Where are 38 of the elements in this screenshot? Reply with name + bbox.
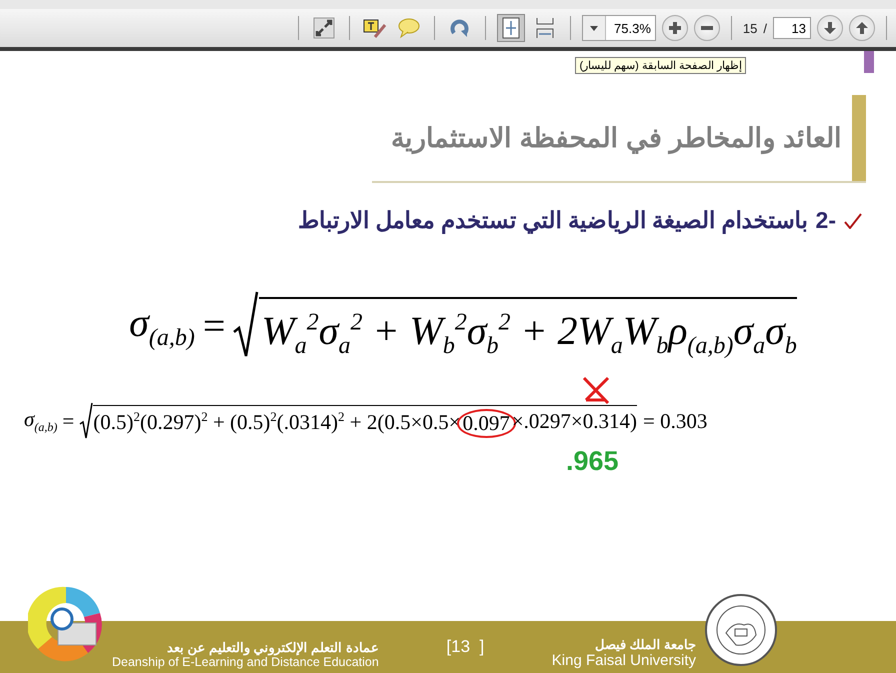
speech-bubble-icon xyxy=(397,17,422,39)
formula-lhs: σ$_{(a,b)}$ xyxy=(129,298,195,352)
caret-icon xyxy=(590,26,598,30)
expand-arrows-icon xyxy=(313,17,336,39)
up-arrow-icon xyxy=(855,21,869,35)
cross-mark-icon xyxy=(581,376,612,404)
equals-sign: = xyxy=(202,302,226,348)
formula-result: = 0.303 xyxy=(643,408,708,434)
checkmark-icon xyxy=(844,212,862,228)
next-page-button[interactable] xyxy=(817,15,843,41)
fit-page-button[interactable] xyxy=(497,14,526,42)
page-number-field[interactable]: 13 xyxy=(773,17,811,39)
bullet-text: باستخدام الصيغة الرياضية التي تستخدم معامل الارتباط xyxy=(298,207,808,234)
down-arrow-icon xyxy=(823,21,837,35)
page-number: [13 ] xyxy=(446,637,484,657)
rotate-icon xyxy=(449,17,472,39)
page-count: 15 xyxy=(742,20,758,36)
plus-icon xyxy=(668,21,682,35)
tooltip: إظهار الصفحة السابقة (سهم لليسار) xyxy=(575,57,746,74)
formula-lhs: σ$_{(a,b)}$ xyxy=(24,406,58,436)
zoom-dropdown[interactable]: 75.3% xyxy=(582,15,656,41)
university-name-english: King Faisal University xyxy=(552,652,696,669)
slide-accent xyxy=(864,51,874,73)
formula-radicand: W$_{a}$$^{2}$σ$_{a}$$^{2}$ + W$_{b}$$^{2}$σ$_{b}$$^{2}$ + 2W$_{a}$W$_{b}$ρ$_{(a,b)}$σ$_{a}$σ$_{b}$ xyxy=(259,297,797,360)
page-separator: / xyxy=(763,20,767,36)
deanship-name-english: Deanship of E-Learning and Distance Education xyxy=(112,655,379,669)
correction-value: .965 xyxy=(566,446,620,477)
slide-title: العائد والمخاطر في المحفظة الاستثمارية xyxy=(390,122,842,154)
bullet-number: 2- xyxy=(816,207,836,234)
zoom-in-button[interactable] xyxy=(662,15,688,41)
zoom-out-button[interactable] xyxy=(694,15,720,41)
fit-page-icon xyxy=(501,17,522,39)
text-note-icon xyxy=(363,17,388,39)
university-name-arabic: جامعة الملك فيصل xyxy=(594,637,696,652)
previous-page-button[interactable] xyxy=(849,15,875,41)
equals-sign: = xyxy=(62,408,74,434)
fit-width-icon xyxy=(535,17,556,39)
deanship-name-arabic: عمادة التعلم الإلكتروني والتعليم عن بعد xyxy=(166,640,379,655)
